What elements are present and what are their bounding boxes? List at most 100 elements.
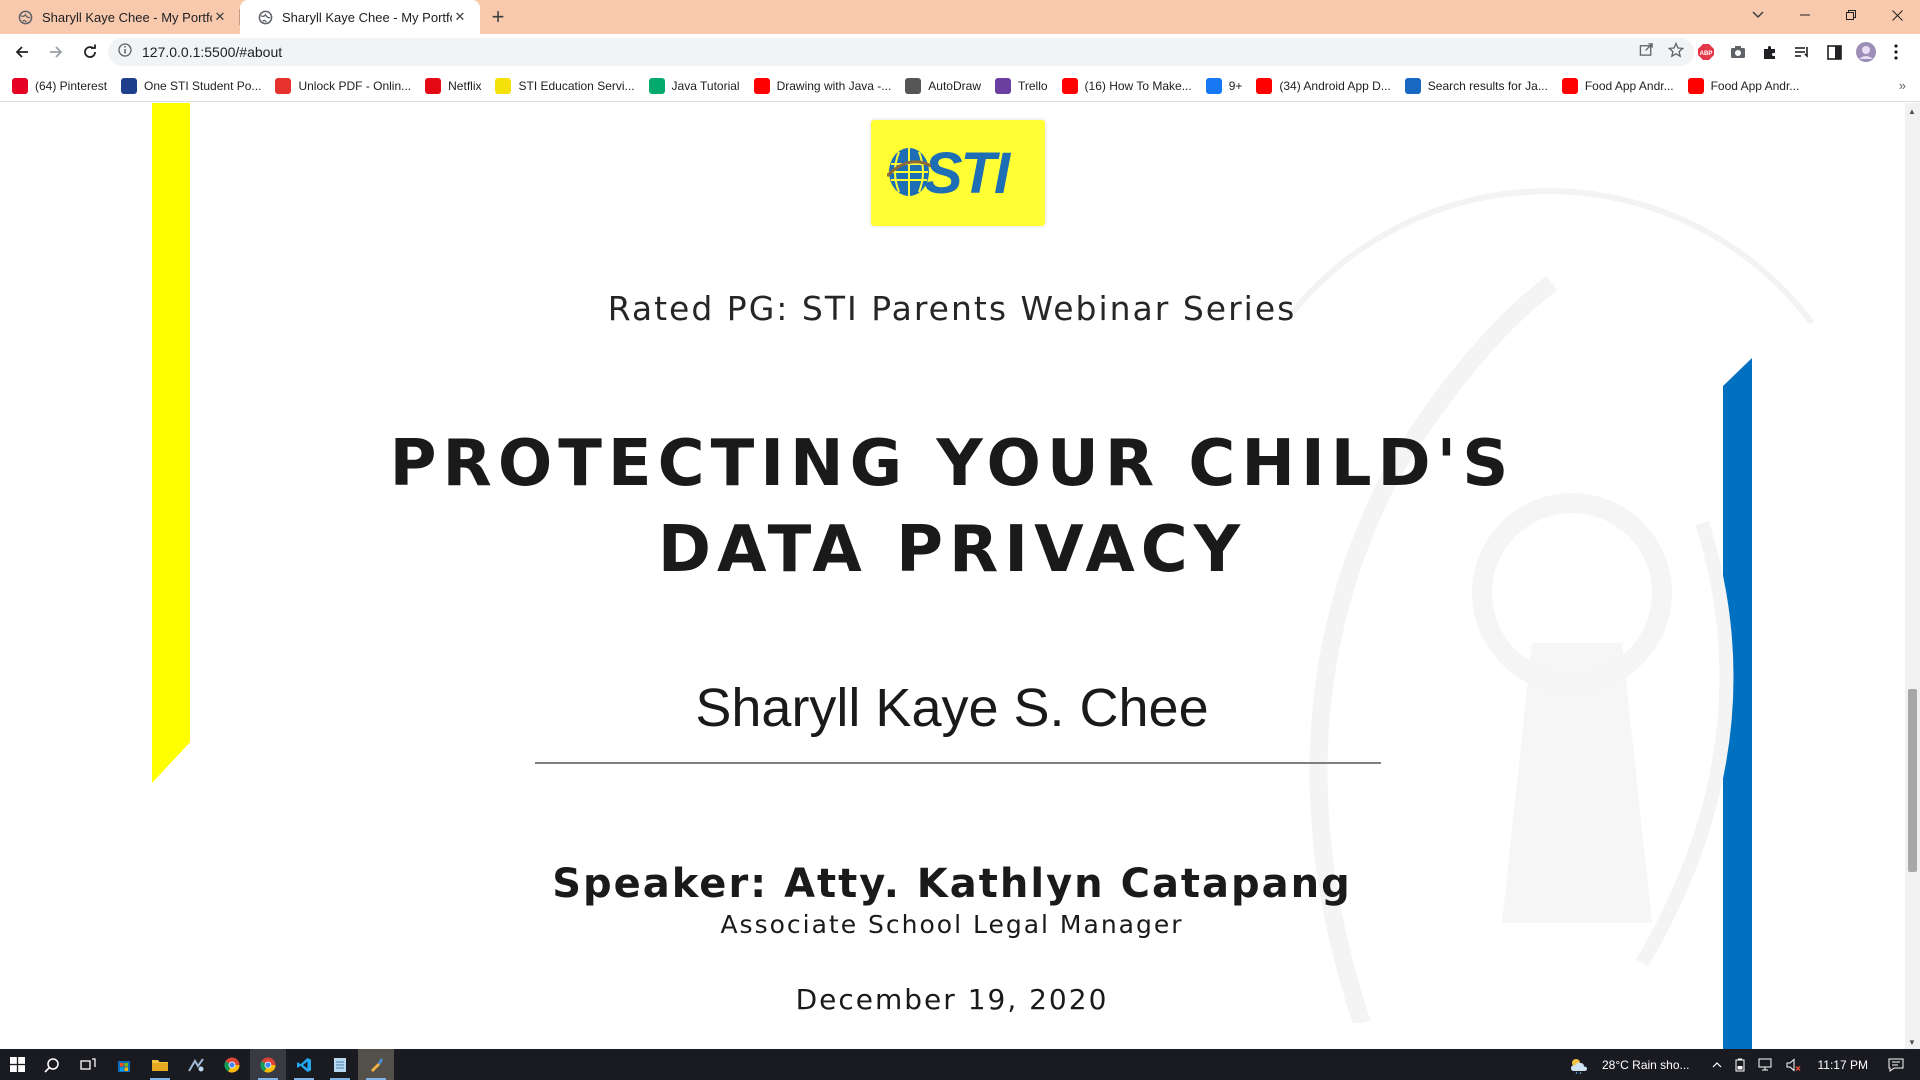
bookmark-item[interactable]: Java Tutorial (648, 77, 740, 94)
url-text[interactable]: 127.0.0.1:5500/#about (142, 44, 282, 60)
bookmark-item[interactable]: Drawing with Java -... (753, 77, 892, 94)
youtube-icon (1687, 77, 1704, 94)
scrollbar-thumb[interactable] (1908, 689, 1917, 872)
bookmark-item[interactable]: Food App Andr... (1561, 77, 1674, 94)
menu-kebab-icon[interactable] (1882, 34, 1910, 70)
reload-button[interactable] (74, 36, 106, 68)
chrome-icon[interactable] (214, 1049, 250, 1080)
paint-icon[interactable] (358, 1049, 394, 1080)
scroll-up-arrow-icon[interactable]: ▲ (1908, 107, 1916, 116)
minimize-button[interactable] (1782, 0, 1828, 30)
search-icon[interactable] (34, 1049, 70, 1080)
bookmark-label: (34) Android App D... (1279, 78, 1391, 93)
extensions-puzzle-icon[interactable] (1756, 34, 1784, 70)
close-tab-icon[interactable]: ✕ (452, 9, 468, 25)
weather-text[interactable]: 28°C Rain sho... (1602, 1058, 1690, 1072)
adblock-icon[interactable]: ABP (1692, 34, 1720, 70)
bookmark-item[interactable]: AutoDraw (905, 77, 981, 94)
clock-time[interactable]: 11:17 PM (1818, 1058, 1868, 1072)
battery-icon[interactable] (1734, 1058, 1746, 1072)
camera-icon[interactable] (1724, 34, 1752, 70)
sti-logo: STI (871, 120, 1045, 226)
webinar-slide: STI Rated PG: STI Parents Webinar Series… (152, 103, 1815, 1049)
address-bar[interactable]: 127.0.0.1:5500/#about (108, 38, 1694, 66)
bookmark-label: (16) How To Make... (1084, 78, 1192, 93)
file-explorer-icon[interactable] (142, 1049, 178, 1080)
facebook-icon (1205, 77, 1222, 94)
back-button[interactable] (6, 36, 38, 68)
info-icon[interactable] (118, 42, 132, 62)
webinar-date: December 19, 2020 (795, 983, 1109, 1016)
student-name: Sharyll Kaye S. Chee (695, 678, 1209, 738)
tab-search-chevron-icon[interactable] (1738, 0, 1778, 30)
bookmark-label: (64) Pinterest (35, 78, 108, 93)
bookmark-label: Drawing with Java -... (776, 78, 892, 93)
youtube-icon (753, 77, 770, 94)
bookmark-item[interactable]: (34) Android App D... (1256, 77, 1391, 94)
bookmark-item[interactable]: 9+ (1205, 77, 1243, 94)
notification-icon[interactable] (1888, 1058, 1904, 1072)
bookmark-item[interactable]: Trello (994, 77, 1048, 94)
restore-button[interactable] (1828, 0, 1874, 30)
smallpdf-icon (275, 77, 292, 94)
netflix-icon (425, 77, 442, 94)
tab-title: Sharyll Kaye Chee - My Portfolio (282, 9, 452, 25)
bookmark-label: Netflix (448, 78, 482, 93)
new-tab-button[interactable]: + (480, 0, 516, 34)
headline-line: PROTECTING YOUR CHILD'S (389, 427, 1515, 501)
vscode-icon[interactable] (286, 1049, 322, 1080)
webinar-series-title: Rated PG: STI Parents Webinar Series (607, 289, 1297, 328)
trello-icon (994, 77, 1011, 94)
close-window-button[interactable] (1874, 0, 1920, 30)
bookmark-label: STI Education Servi... (518, 78, 635, 93)
chevron-up-icon[interactable] (1712, 1061, 1722, 1068)
youtube-icon (1061, 77, 1078, 94)
notepad-icon[interactable] (322, 1049, 358, 1080)
headline-line: DATA PRIVACY (657, 513, 1247, 587)
globe-icon (18, 10, 33, 25)
slide-headline: PROTECTING YOUR CHILD'S DATA PRIVACY (152, 421, 1752, 593)
scroll-down-arrow-icon[interactable]: ▼ (1908, 1038, 1916, 1047)
bookmark-item[interactable]: Unlock PDF - Onlin... (275, 77, 412, 94)
bookmark-item[interactable]: One STI Student Po... (121, 77, 261, 94)
reading-list-icon[interactable] (1788, 34, 1816, 70)
vuetify-icon (1404, 77, 1421, 94)
close-tab-icon[interactable]: ✕ (212, 9, 228, 25)
bookmark-item[interactable]: Netflix (425, 77, 482, 94)
windows-start-icon[interactable] (0, 1049, 34, 1080)
bookmark-item[interactable]: (16) How To Make... (1061, 77, 1192, 94)
bookmark-star-icon[interactable] (1667, 41, 1685, 63)
bookmark-item[interactable]: Search results for Ja... (1404, 77, 1548, 94)
page-scrollbar[interactable]: ▲ ▼ (1905, 103, 1920, 1049)
sti-portal-icon (121, 77, 138, 94)
bookmark-label: Unlock PDF - Onlin... (298, 78, 412, 93)
svg-text:ABP: ABP (1700, 51, 1713, 57)
bookmark-item[interactable]: STI Education Servi... (495, 77, 635, 94)
bookmark-label: Search results for Ja... (1427, 78, 1548, 93)
bookmark-label: 9+ (1228, 78, 1243, 93)
bookmarks-overflow-icon[interactable]: » (1899, 78, 1906, 93)
bookmarks-bar: (64) Pinterest One STI Student Po... Unloc… (0, 70, 1920, 102)
bookmark-label: Trello (1017, 78, 1048, 93)
profile-avatar[interactable] (1852, 34, 1880, 70)
logo-text: STI (923, 140, 1010, 206)
mixer-app-icon[interactable] (178, 1049, 214, 1080)
chrome-icon-active[interactable] (250, 1049, 286, 1080)
bookmark-label: Java Tutorial (671, 78, 740, 93)
task-view-icon[interactable] (70, 1049, 106, 1080)
weather-icon[interactable] (1568, 1056, 1590, 1074)
youtube-icon (1561, 77, 1578, 94)
browser-tab[interactable]: Sharyll Kaye Chee - My Portfolio ✕ (0, 0, 240, 34)
network-icon[interactable] (1758, 1058, 1774, 1071)
sti-icon (495, 77, 512, 94)
tab-strip: Sharyll Kaye Chee - My Portfolio ✕ Shary… (0, 0, 1920, 34)
forward-button[interactable] (40, 36, 72, 68)
store-icon[interactable] (106, 1049, 142, 1080)
page-content: STI Rated PG: STI Parents Webinar Series… (0, 103, 1920, 1049)
browser-tab-active[interactable]: Sharyll Kaye Chee - My Portfolio ✕ (240, 0, 480, 34)
bookmark-item[interactable]: (64) Pinterest (12, 77, 108, 94)
bookmark-item[interactable]: Food App Andr... (1687, 77, 1799, 94)
share-icon[interactable] (1639, 42, 1654, 62)
side-panel-icon[interactable] (1820, 34, 1848, 70)
speaker-muted-icon[interactable] (1786, 1057, 1802, 1072)
